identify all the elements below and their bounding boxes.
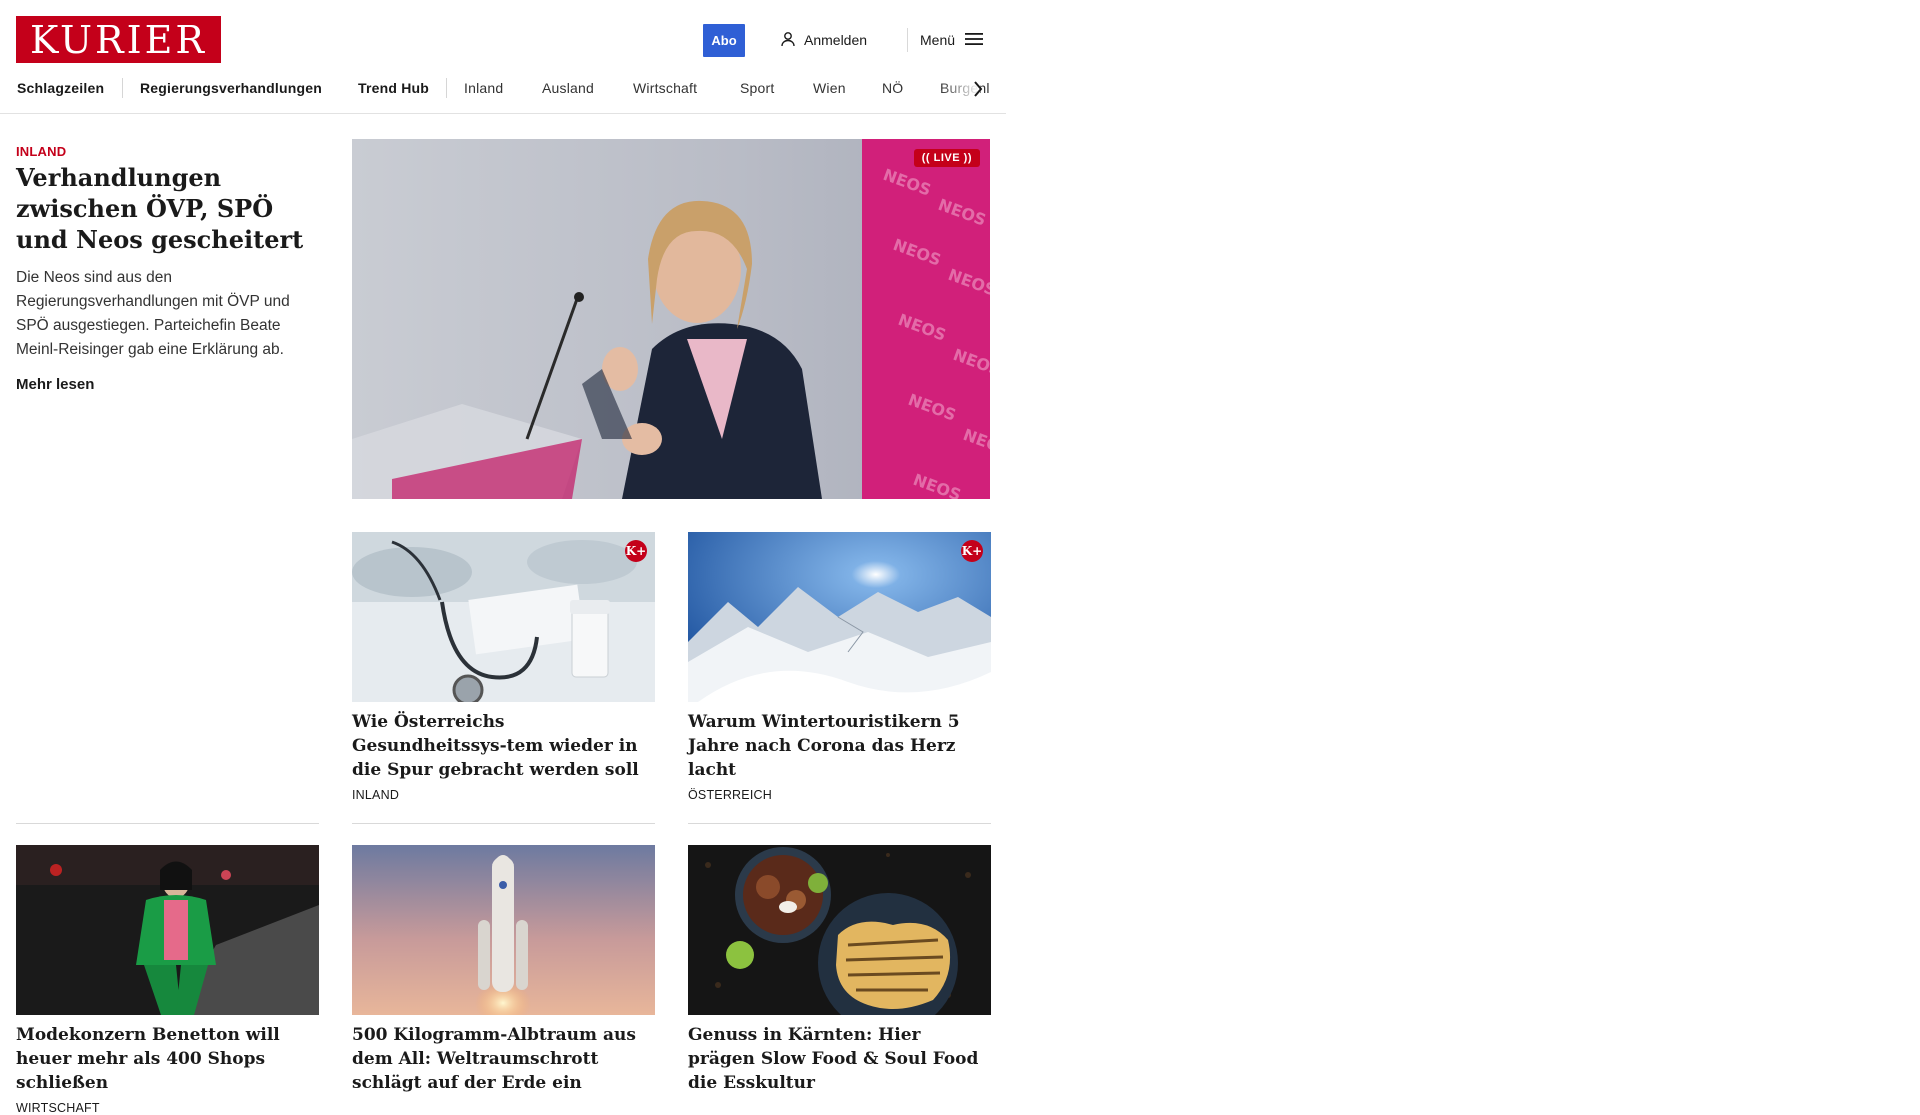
premium-badge: K+ <box>625 540 647 562</box>
nav-divider <box>122 78 123 98</box>
article-image[interactable] <box>688 845 991 1015</box>
nav-item-trend-hub[interactable]: Trend Hub <box>358 80 429 96</box>
nav-item-inland[interactable]: Inland <box>464 80 503 96</box>
article-card[interactable]: K+ Wie Österreichs Gesundheitssys-tem wi… <box>352 532 655 802</box>
premium-badge: K+ <box>961 540 983 562</box>
article-category[interactable]: INLAND <box>352 788 655 802</box>
article-image[interactable] <box>352 845 655 1015</box>
article-card[interactable]: Modekonzern Benetton will heuer mehr als… <box>16 845 319 1115</box>
lead-category[interactable]: INLAND <box>16 144 66 159</box>
menu-label: Menü <box>920 32 956 48</box>
login-label: Anmelden <box>804 32 868 48</box>
read-more-link[interactable]: Mehr lesen <box>16 376 94 393</box>
lead-image[interactable]: NEOS NEOS NEOS NEOS NEOS NEOS NEOS NEOS … <box>352 139 990 499</box>
article-headline[interactable]: Warum Wintertouristikern 5 Jahre nach Co… <box>688 710 991 782</box>
article-card[interactable]: Genuss in Kärnten: Hier prägen Slow Food… <box>688 845 991 1095</box>
hamburger-icon <box>965 32 984 49</box>
article-image[interactable] <box>16 845 319 1015</box>
article-image[interactable]: K+ <box>688 532 991 702</box>
alps-photo <box>688 532 991 702</box>
stethoscope-photo <box>352 532 655 702</box>
chevron-right-icon[interactable] <box>968 78 988 100</box>
article-card[interactable]: K+ Warum Wintertouristikern 5 Jahre nach… <box>688 532 991 802</box>
logo-text: KURIER <box>29 17 208 62</box>
article-image[interactable]: K+ <box>352 532 655 702</box>
kurier-logo[interactable]: KURIER <box>16 16 221 63</box>
row-divider <box>352 823 655 824</box>
row-divider <box>16 823 319 824</box>
lead-headline[interactable]: Verhandlungen zwischen ÖVP, SPÖ und Neos… <box>16 162 326 255</box>
header-divider <box>907 28 908 52</box>
nav-item-schlagzeilen[interactable]: Schlagzeilen <box>17 80 104 96</box>
article-headline[interactable]: Wie Österreichs Gesundheitssys-tem wiede… <box>352 710 655 782</box>
nav-item-noe[interactable]: NÖ <box>882 80 903 96</box>
nav-item-sport[interactable]: Sport <box>740 80 774 96</box>
food-photo <box>688 845 991 1015</box>
site-header: KURIER Abo Anmelden Menü Schlagzeilen Re… <box>0 0 1006 114</box>
menu-button[interactable]: Menü <box>920 28 984 52</box>
user-icon <box>780 31 796 50</box>
article-headline[interactable]: Genuss in Kärnten: Hier prägen Slow Food… <box>688 1023 991 1095</box>
nav-item-wirtschaft[interactable]: Wirtschaft <box>633 80 697 96</box>
fashion-photo <box>16 845 319 1015</box>
nav-item-wien[interactable]: Wien <box>813 80 846 96</box>
rocket-photo <box>352 845 655 1015</box>
nav-item-ausland[interactable]: Ausland <box>542 80 594 96</box>
nav-divider <box>446 78 447 98</box>
row-divider <box>688 823 991 824</box>
article-headline[interactable]: Modekonzern Benetton will heuer mehr als… <box>16 1023 319 1095</box>
lead-teaser: Die Neos sind aus den Regierungsverhandl… <box>16 269 290 358</box>
lead-photo: NEOS NEOS NEOS NEOS NEOS NEOS NEOS NEOS … <box>352 139 990 499</box>
abo-button[interactable]: Abo <box>703 24 745 57</box>
nav-item-regierungsverhandlungen[interactable]: Regierungsverhandlungen <box>140 80 322 96</box>
article-category[interactable]: WIRTSCHAFT <box>16 1101 319 1115</box>
live-label: LIVE <box>933 152 961 164</box>
article-headline[interactable]: 500 Kilogramm-Albtraum aus dem All: Welt… <box>352 1023 655 1095</box>
article-category[interactable]: ÖSTERREICH <box>688 788 991 802</box>
section-nav: Schlagzeilen Regierungsverhandlungen Tre… <box>0 74 990 104</box>
login-link[interactable]: Anmelden <box>780 28 867 52</box>
article-card[interactable]: 500 Kilogramm-Albtraum aus dem All: Welt… <box>352 845 655 1095</box>
live-badge: (( LIVE )) <box>913 149 980 167</box>
